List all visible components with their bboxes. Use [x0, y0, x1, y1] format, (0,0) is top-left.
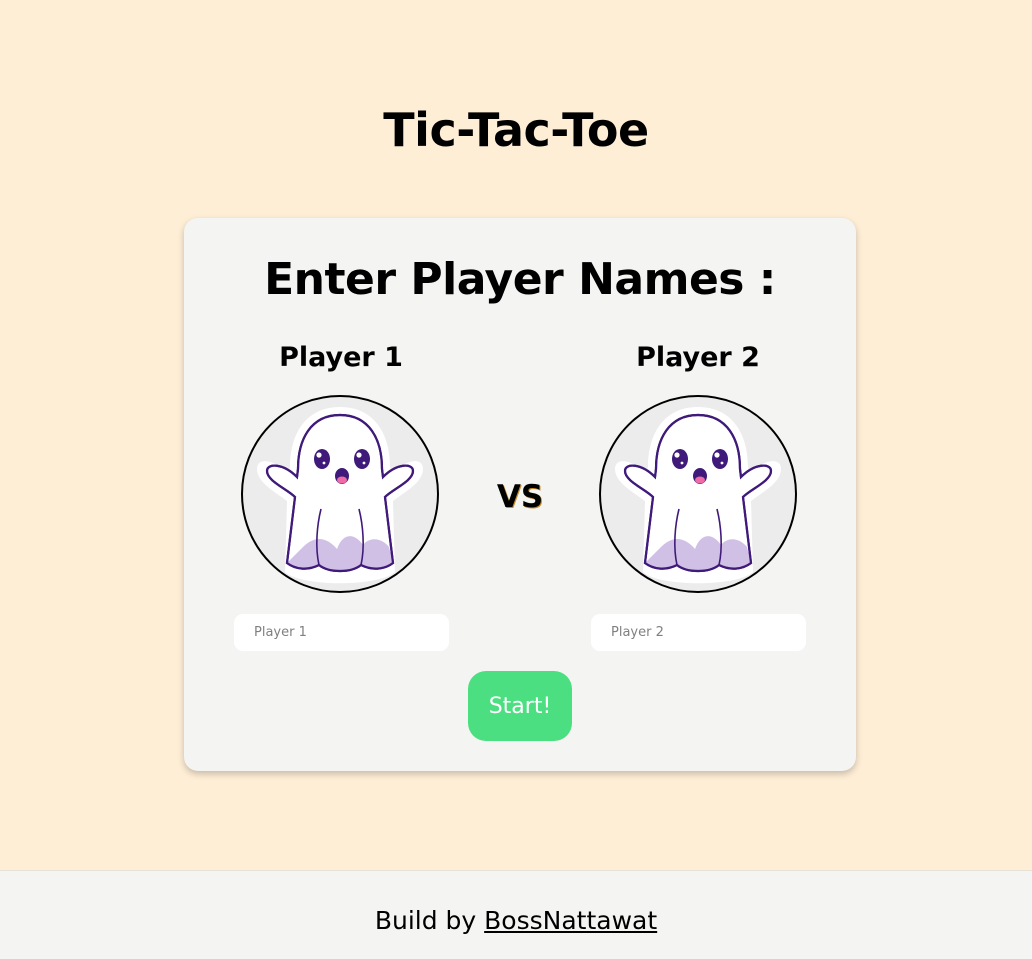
player-1-avatar [241, 395, 439, 593]
player-1-name-input[interactable] [234, 614, 449, 651]
player-2-name-input[interactable] [591, 614, 806, 651]
main-area: Tic-Tac-Toe Enter Player Names : Player … [0, 0, 1032, 870]
player-1-label: Player 1 [279, 342, 403, 373]
ghost-icon [615, 407, 781, 584]
page-title: Tic-Tac-Toe [383, 103, 649, 157]
footer-prefix: Build by [374, 906, 477, 935]
footer: Build by BossNattawat [0, 870, 1032, 959]
vs-label: VS [496, 479, 544, 515]
ghost-icon [257, 407, 423, 584]
start-button[interactable]: Start! [468, 671, 572, 741]
footer-credit: Build by BossNattawat [0, 905, 1032, 937]
card-title: Enter Player Names : [264, 254, 776, 305]
player-2-avatar [599, 395, 797, 593]
player-2-label: Player 2 [636, 342, 760, 373]
author-link[interactable]: BossNattawat [484, 906, 657, 935]
